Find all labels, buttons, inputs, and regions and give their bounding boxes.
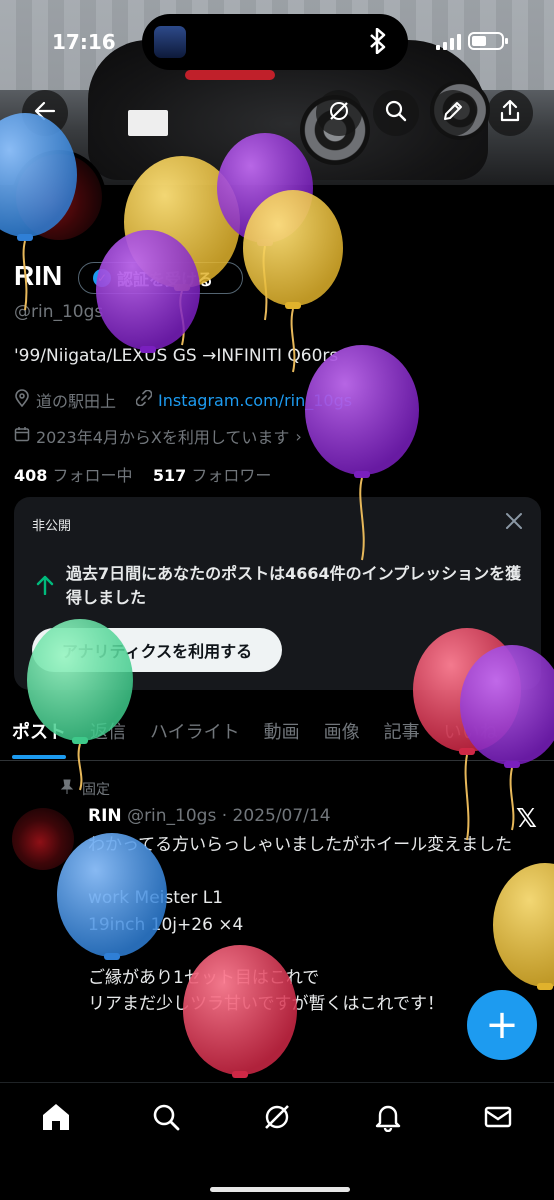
get-verified-label: 認証を受ける	[117, 270, 214, 289]
banner-license-plate	[128, 110, 168, 136]
share-icon	[498, 99, 522, 127]
x-logo-icon: 𝕏	[516, 804, 537, 834]
following-count: 408	[14, 466, 48, 485]
back-button[interactable]	[22, 90, 68, 136]
tab-replies[interactable]: 返信	[78, 712, 138, 760]
dynamic-island	[142, 14, 408, 70]
profile-tabs: ポスト 返信 ハイライト 動画 画像 記事 いいね	[0, 712, 554, 760]
profile-joined-row: 2023年4月からXを利用しています ›	[14, 424, 302, 448]
profile-bio: '99/Niigata/LEXUS GS →INFINITI Q60rs	[14, 346, 339, 366]
post-author-avatar[interactable]	[12, 808, 74, 870]
follow-stats: 408 フォロー中 517 フォロワー	[14, 462, 271, 486]
signal-icon	[436, 34, 462, 54]
arrow-up-icon	[36, 575, 54, 601]
battery-level	[472, 36, 486, 46]
search-icon	[151, 1102, 181, 1136]
tab-articles[interactable]: 記事	[372, 712, 432, 760]
edit-button[interactable]	[430, 90, 476, 136]
pinned-label: 固定	[82, 782, 110, 798]
plus-icon: +	[485, 1002, 519, 1048]
link-icon	[135, 389, 153, 410]
profile-name: RIN	[14, 260, 63, 291]
status-bar: 17:16	[0, 0, 554, 80]
analytics-card: 非公開 過去7日間にあなたのポストは4664件のインプレッションを獲得しました …	[14, 497, 541, 690]
tab-highlights[interactable]: ハイライト	[138, 712, 252, 760]
calendar-icon	[14, 426, 30, 446]
followers-count: 517	[152, 466, 187, 485]
grok-icon	[262, 1102, 292, 1136]
followers-label: フォロワー	[191, 466, 272, 485]
followers-link[interactable]: 517 フォロワー	[153, 466, 272, 485]
tab-posts[interactable]: ポスト	[0, 712, 78, 760]
home-icon	[40, 1101, 72, 1137]
close-icon[interactable]	[505, 511, 523, 536]
bottom-navigation	[0, 1082, 554, 1200]
nav-home[interactable]	[36, 1099, 76, 1139]
profile-avatar[interactable]	[12, 150, 106, 244]
impressions-message: 過去7日間にあなたのポストは4664件のインプレッションを獲得しました	[66, 564, 522, 607]
bell-icon	[373, 1102, 403, 1136]
pinned-indicator: 固定	[60, 779, 110, 799]
tabs-divider	[0, 760, 554, 761]
profile-link[interactable]: Instagram.com/rin_10gs	[158, 391, 352, 410]
balloon-yellow	[243, 190, 343, 373]
grok-icon	[327, 99, 351, 127]
now-playing-thumbnail	[154, 26, 186, 58]
use-analytics-button[interactable]: アナリティクスを利用する	[32, 628, 282, 672]
tab-likes[interactable]: いいね	[432, 712, 510, 760]
pin-icon	[60, 779, 74, 799]
private-label: 非公開	[32, 519, 72, 534]
compose-post-button[interactable]: +	[467, 990, 537, 1060]
nav-notifications[interactable]	[368, 1099, 408, 1139]
verified-badge-icon: ✓	[93, 269, 111, 287]
status-time: 17:16	[52, 30, 116, 54]
tab-videos[interactable]: 動画	[252, 712, 312, 760]
nav-explore[interactable]	[146, 1099, 186, 1139]
post-header: RIN @rin_10gs · 2025/07/14	[88, 806, 331, 826]
search-icon	[384, 99, 408, 127]
profile-joined: 2023年4月からXを利用しています	[36, 428, 290, 447]
tab-images[interactable]: 画像	[312, 712, 372, 760]
pencil-icon	[441, 99, 465, 127]
location-pin-icon	[14, 389, 30, 411]
get-verified-button[interactable]: ✓ 認証を受ける	[78, 262, 243, 294]
share-button[interactable]	[487, 90, 533, 136]
battery-icon	[468, 32, 508, 50]
arrow-left-icon	[34, 100, 56, 126]
following-label: フォロー中	[52, 466, 133, 485]
post-date: · 2025/07/14	[221, 806, 331, 826]
grok-button[interactable]	[316, 90, 362, 136]
profile-handle: @rin_10gs	[14, 302, 104, 322]
profile-location: 道の駅田上	[36, 392, 117, 411]
nav-grok[interactable]	[257, 1099, 297, 1139]
following-link[interactable]: 408 フォロー中	[14, 466, 133, 485]
post-author-name[interactable]: RIN	[88, 806, 122, 826]
home-indicator	[210, 1187, 350, 1192]
profile-meta-row: 道の駅田上 Instagram.com/rin_10gs	[14, 388, 352, 412]
post-author-handle: @rin_10gs	[127, 806, 217, 826]
post-text[interactable]: わかってる方いらっしゃいましたがホイール変えました work Meister L…	[88, 832, 534, 1018]
bluetooth-icon	[367, 27, 389, 60]
nav-messages[interactable]	[478, 1099, 518, 1139]
chevron-right-icon: ›	[295, 426, 302, 446]
search-button[interactable]	[373, 90, 419, 136]
mail-icon	[483, 1102, 513, 1136]
